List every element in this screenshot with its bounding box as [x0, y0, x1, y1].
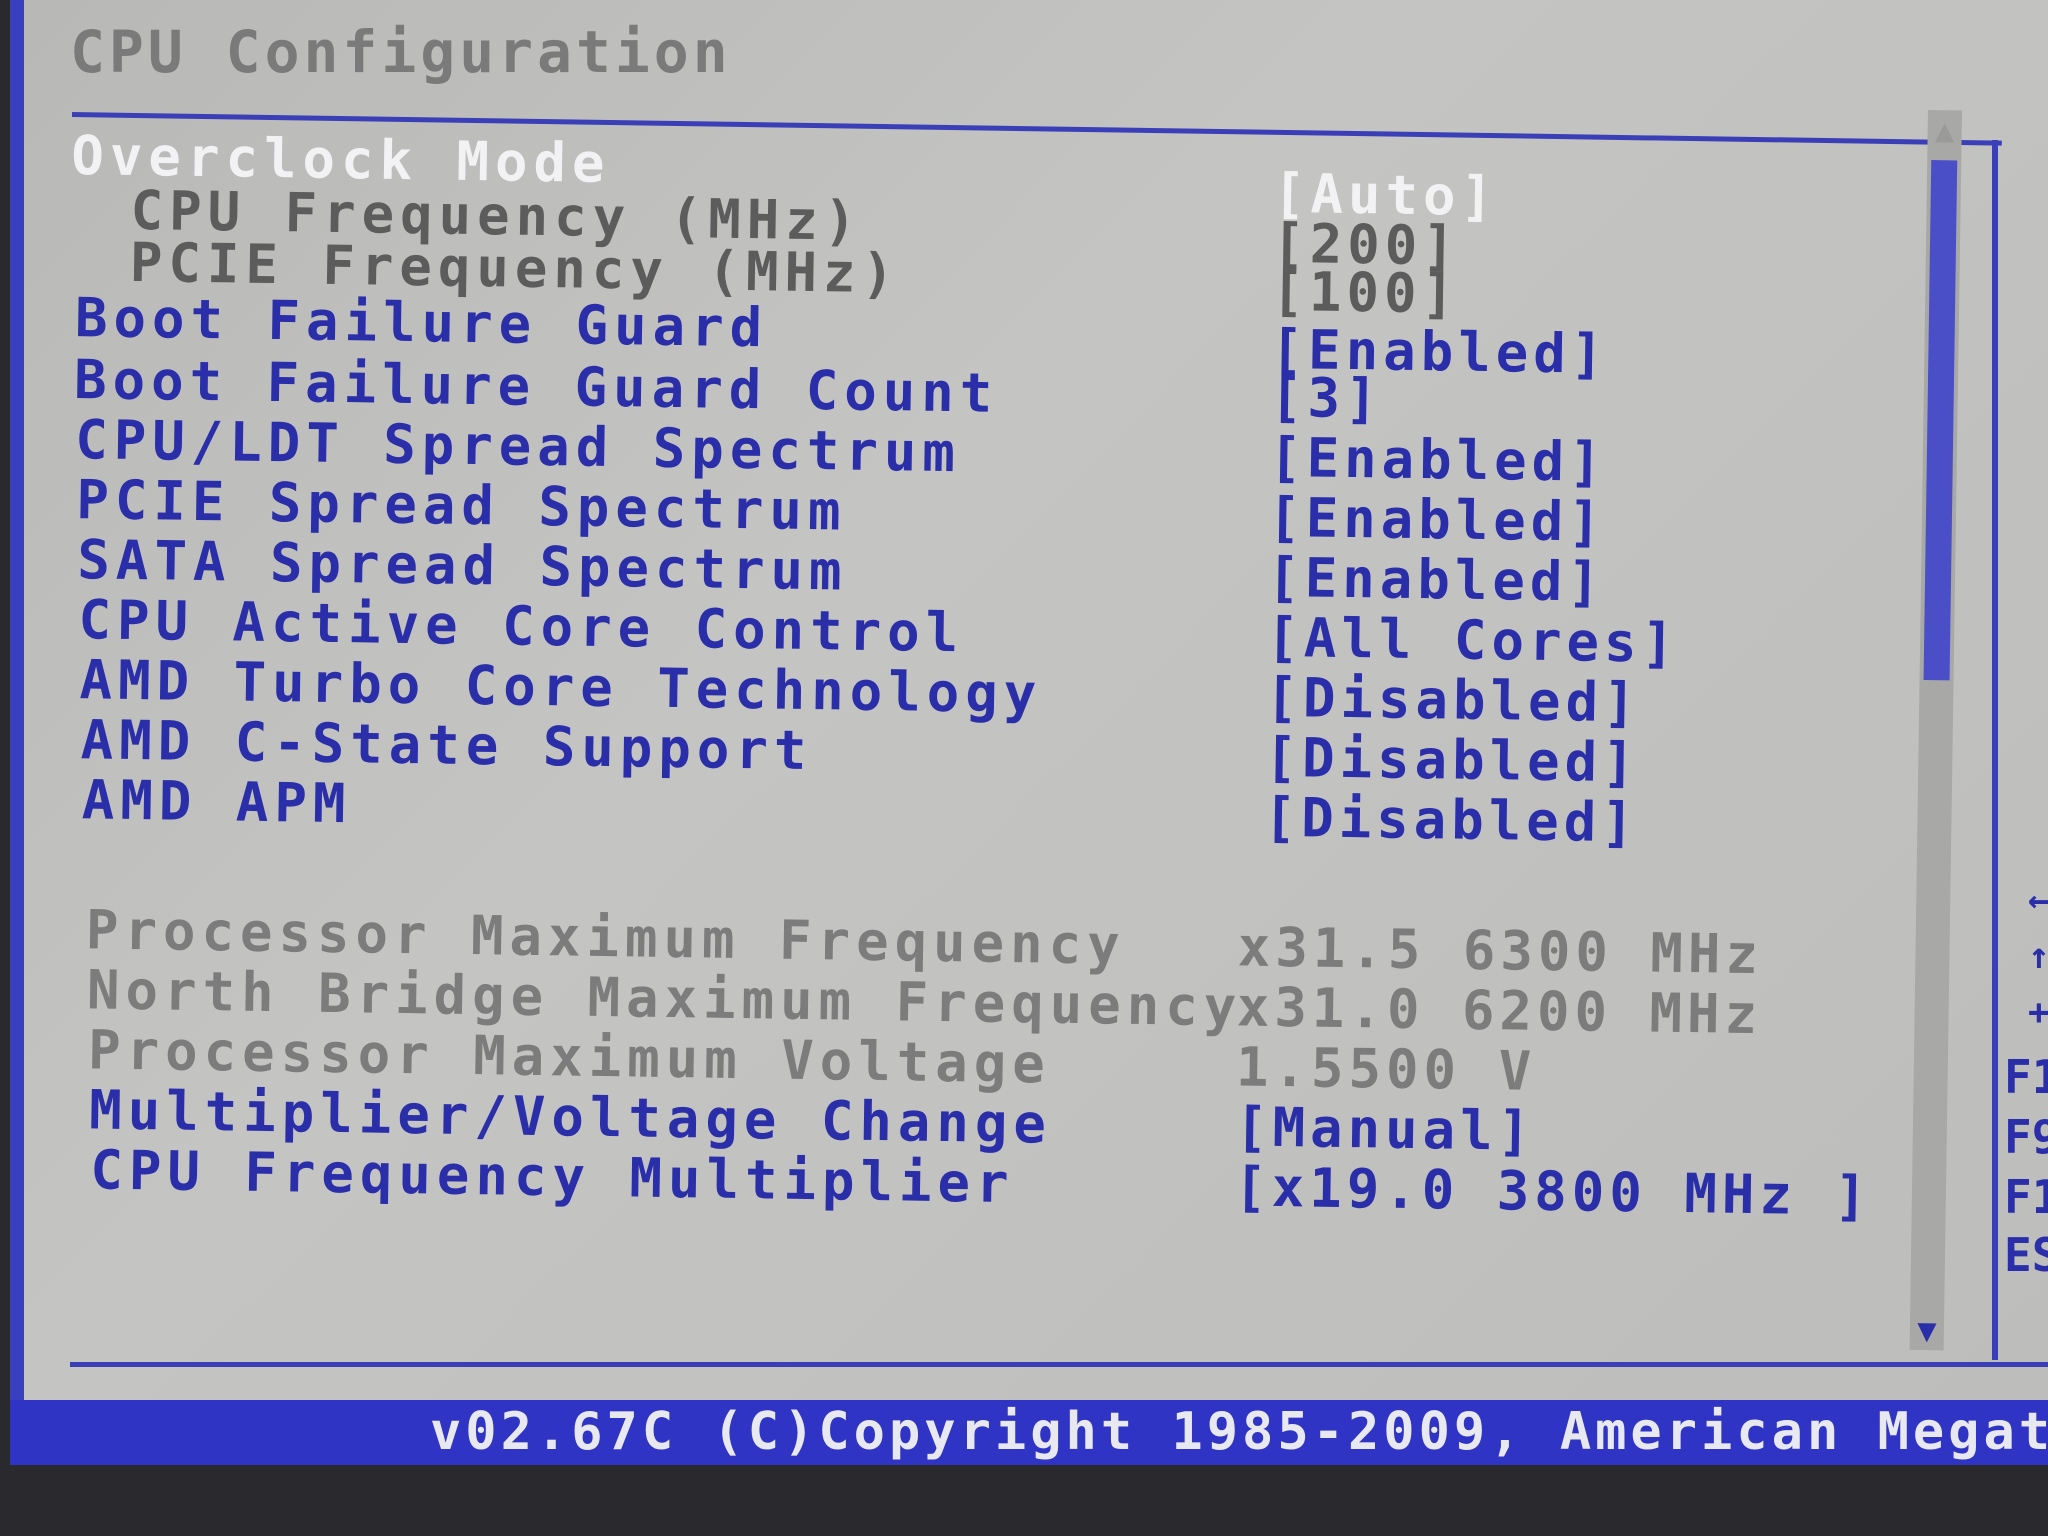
bottom-divider	[70, 1362, 2048, 1367]
monitor-bezel: CPU Configuration Overclock Mode [Auto] …	[0, 0, 2048, 1536]
copyright-text: v02.67C (C)Copyright 1985-2009, American…	[430, 1402, 2048, 1462]
help-key-f9: F9	[2004, 1110, 2048, 1164]
help-key-f1: F1	[2004, 1050, 2048, 1104]
setting-value[interactable]: [3]	[1270, 366, 1383, 431]
info-value: 1.5500 V	[1235, 1035, 1537, 1103]
scroll-thumb[interactable]	[1923, 160, 1958, 681]
up-down-arrow-icon: ↑↓	[2028, 936, 2048, 977]
setting-value[interactable]: [All Cores]	[1266, 606, 1680, 675]
help-divider	[1992, 140, 1998, 1360]
setting-value[interactable]: [Disabled]	[1264, 726, 1640, 795]
left-arrow-icon: ←	[2028, 880, 2048, 921]
setting-value[interactable]: [Enabled]	[1269, 426, 1608, 494]
setting-value[interactable]: [Enabled]	[1267, 546, 1606, 614]
bios-screen: CPU Configuration Overclock Mode [Auto] …	[10, 0, 2048, 1465]
help-key-f10: F1	[2004, 1170, 2048, 1224]
info-value: x31.5 6300 MHz	[1237, 915, 1764, 987]
settings-list: Overclock Mode [Auto] CPU Frequency (MHz…	[53, 118, 1991, 1406]
setting-value[interactable]: [Manual]	[1235, 1095, 1536, 1162]
setting-value[interactable]: [Disabled]	[1265, 666, 1641, 735]
copyright-bar: v02.67C (C)Copyright 1985-2009, American…	[10, 1400, 2048, 1465]
page-title: CPU Configuration	[70, 18, 732, 86]
setting-label: AMD APM	[81, 768, 352, 836]
scroll-down-icon[interactable]: ▼	[1910, 1310, 1945, 1351]
settings-panel: CPU Configuration Overclock Mode [Auto] …	[24, 0, 2048, 1400]
setting-value[interactable]: [Enabled]	[1268, 486, 1607, 554]
setting-value[interactable]: [x19.0 3800 MHz ]	[1234, 1155, 1873, 1227]
scroll-up-icon[interactable]: ▲	[1927, 110, 1962, 150]
setting-label: CPU Frequency Multiplier	[89, 1138, 1016, 1216]
help-key-esc: ES	[2004, 1228, 2048, 1282]
plus-minus-icon: +-	[2028, 992, 2048, 1033]
setting-label: Boot Failure Guard	[74, 286, 769, 360]
setting-value[interactable]: [Disabled]	[1263, 786, 1639, 855]
